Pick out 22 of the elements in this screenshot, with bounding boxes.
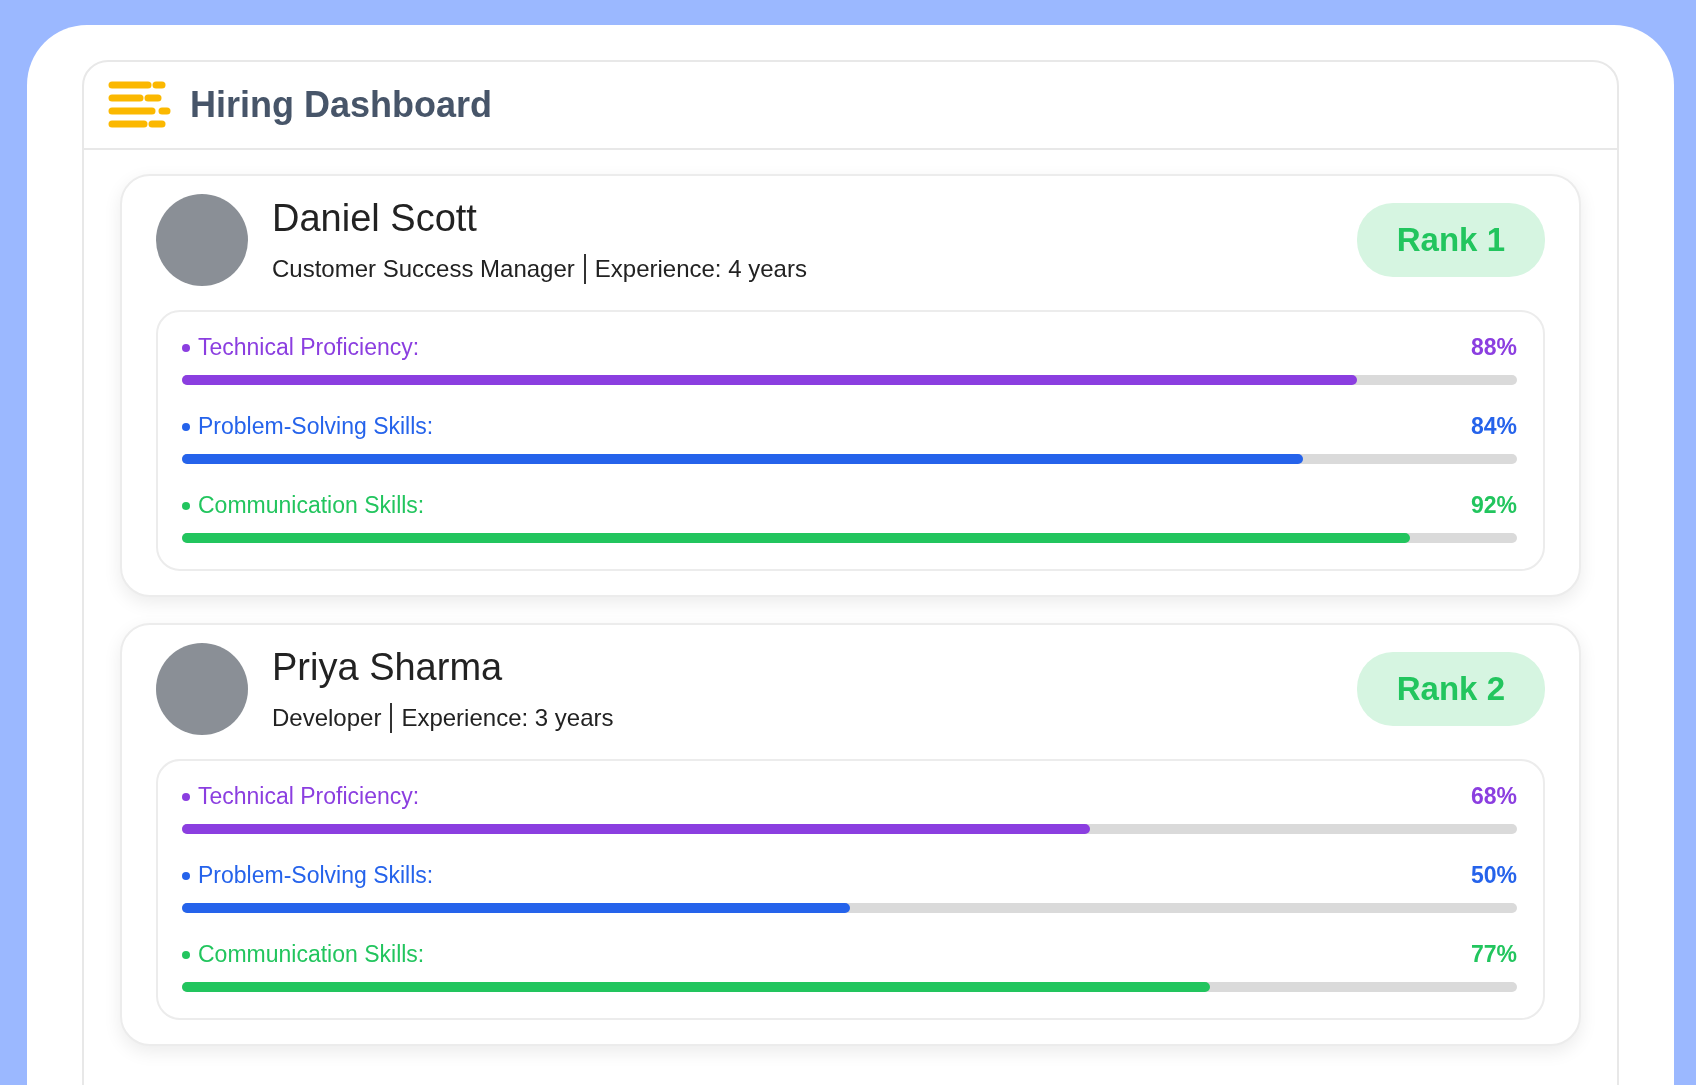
skill-label: Technical Proficiency:: [198, 334, 421, 361]
candidate-name: Daniel Scott: [272, 196, 478, 240]
candidate-role: Customer Success Manager: [272, 254, 575, 283]
candidate-experience: Experience: 4 years: [594, 254, 807, 283]
skill-percentage: 88%: [1470, 334, 1517, 361]
skill-label: Communication Skills:: [198, 941, 426, 968]
skill-percentage: 68%: [1470, 783, 1517, 810]
skill-percentage: 77%: [1470, 941, 1517, 968]
skill-percentage: 50%: [1470, 862, 1517, 889]
skill-label: Problem-Solving Skills:: [198, 413, 435, 440]
logo-icon: [108, 81, 172, 129]
candidate-role: Developer: [272, 703, 382, 732]
skill-percentage: 92%: [1470, 492, 1517, 519]
rank-badge: Rank 2: [1356, 652, 1545, 726]
skill-label: Communication Skills:: [198, 492, 426, 519]
skill-label: Problem-Solving Skills:: [198, 862, 435, 889]
rank-badge: Rank 1: [1356, 203, 1545, 277]
skill-percentage: 84%: [1470, 413, 1517, 440]
dashboard-title: Hiring Dashboard: [190, 84, 493, 126]
candidate-experience: Experience: 3 years: [401, 703, 614, 732]
candidate-name: Priya Sharma: [272, 645, 504, 689]
skill-label: Technical Proficiency:: [198, 783, 421, 810]
